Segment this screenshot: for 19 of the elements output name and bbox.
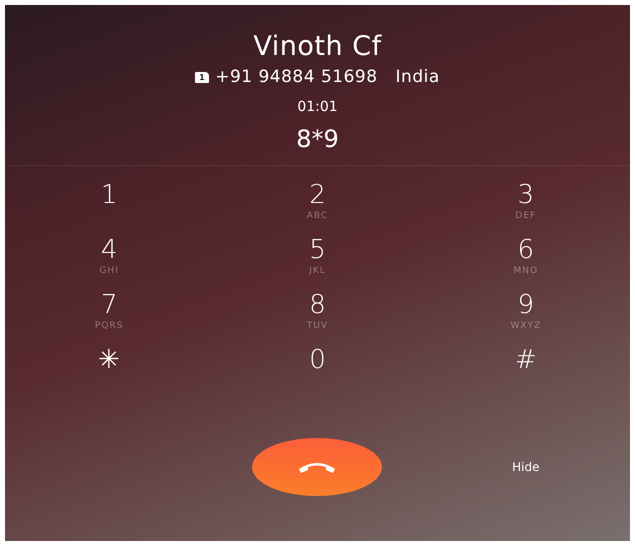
keypad-key[interactable]: 2 ABC	[213, 180, 422, 235]
caller-location: India	[396, 67, 440, 87]
keypad-key[interactable]: ✳	[5, 345, 214, 400]
keypad-key[interactable]: 6 MNO	[422, 235, 630, 290]
keypad-key[interactable]: 8 TUV	[213, 290, 422, 345]
phone-number: +91 94884 51698	[215, 67, 378, 87]
keypad-key[interactable]: #	[422, 345, 630, 400]
sim-icon: 1	[195, 72, 210, 82]
keypad-key[interactable]: 5 JKL	[213, 235, 422, 290]
keypad-key[interactable]: 7 PQRS	[5, 290, 214, 345]
hide-button[interactable]: Hide	[508, 456, 544, 478]
dialed-digits: 8*9	[296, 125, 339, 153]
keypad-key[interactable]: 0	[213, 345, 422, 400]
keypad-key[interactable]: 4 GHI	[5, 235, 214, 290]
keypad-key[interactable]: 9 WXYZ	[422, 290, 630, 345]
keypad-key[interactable]: 1	[5, 180, 214, 235]
caller-name: Vinoth Cf	[253, 31, 382, 63]
call-duration: 01:01	[297, 99, 338, 115]
keypad-key[interactable]: 3 DEF	[422, 180, 630, 235]
